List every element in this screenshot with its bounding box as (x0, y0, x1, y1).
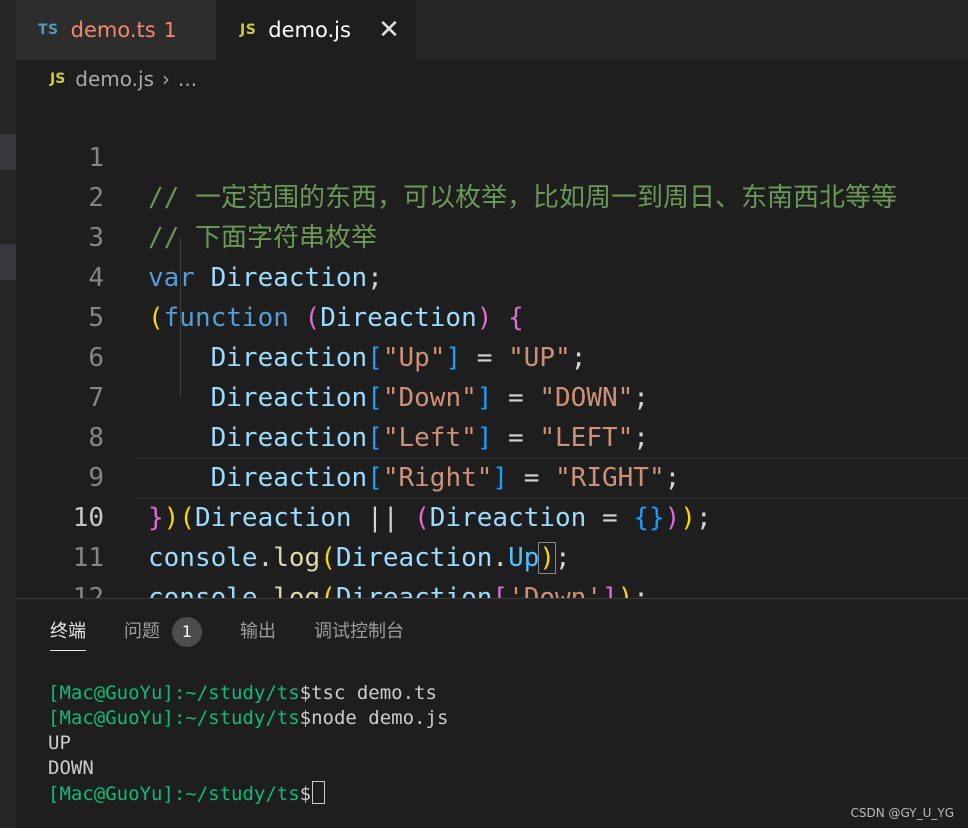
terminal-prompt: [Mac@GuoYu]:~/study/ts (48, 682, 300, 704)
breadcrumb: JS demo.js › ... (16, 60, 968, 98)
code-line: 5 Direaction["Up"] = "UP"; (16, 258, 968, 373)
punctuation: . (257, 583, 274, 598)
terminal-command: $node demo.js (299, 707, 449, 729)
code-editor[interactable]: 1 // 一定范围的东西，可以枚举，比如周一到周日、东南西北等等 2 // 下面… (16, 98, 968, 598)
tab-label: 输出 (240, 621, 276, 642)
code-line: 7 Direaction["Left"] = "LEFT"; (16, 338, 968, 453)
terminal-output[interactable]: [Mac@GuoYu]:~/study/ts$tsc demo.ts [Mac@G… (48, 681, 448, 807)
code-line: 3 var Direaction; (16, 178, 968, 293)
identifier: Direaction (335, 583, 493, 598)
activity-indicator[interactable] (0, 134, 16, 170)
bottom-panel: 终端 问题 1 输出 调试控制台 [Mac@GuoYu]:~/study/ts$t… (16, 598, 968, 828)
terminal-prompt: [Mac@GuoYu]:~/study/ts (48, 707, 300, 729)
tab-label: demo.js (268, 18, 351, 42)
tab-output[interactable]: 输出 (240, 617, 276, 651)
bracket: ] (601, 583, 618, 598)
code-line: 1 // 一定范围的东西，可以枚举，比如周一到周日、东南西北等等 (16, 98, 968, 213)
tab-demo-ts[interactable]: TS demo.ts 1 (16, 0, 216, 60)
breadcrumb-more[interactable]: ... (178, 67, 197, 91)
code-line: 4 (function (Direaction) { (16, 218, 968, 333)
terminal-line: [Mac@GuoYu]:~/study/ts$ (48, 781, 448, 807)
tab-terminal[interactable]: 终端 (50, 617, 86, 651)
terminal-line: DOWN (48, 756, 448, 781)
tab-label: demo.ts (70, 18, 156, 42)
watermark: CSDN @GY_U_YG (850, 806, 954, 820)
problem-count: 1 (163, 18, 177, 42)
code-line: 6 Direaction["Down"] = "DOWN"; (16, 298, 968, 413)
terminal-line: [Mac@GuoYu]:~/study/ts$tsc demo.ts (48, 681, 448, 706)
terminal-cursor (312, 781, 326, 804)
activity-bar (0, 0, 16, 828)
terminal-prompt: [Mac@GuoYu]:~/study/ts (48, 783, 300, 805)
panel-tabs: 终端 问题 1 输出 调试控制台 (50, 617, 442, 651)
code-line: 11 console.log(Direaction['Down']); (16, 498, 968, 598)
identifier: console (148, 583, 258, 598)
close-icon[interactable]: ✕ (374, 15, 404, 45)
code-line: 10 console.log(Direaction.Up); (16, 458, 968, 574)
activity-indicator[interactable] (0, 244, 16, 280)
editor-tab-bar: TS demo.ts 1 JS demo.js ✕ (16, 0, 968, 60)
string: 'Down' (508, 583, 602, 598)
code-line: 2 // 下面字符串枚举 (16, 138, 968, 253)
tab-label: 调试控制台 (314, 621, 404, 642)
tab-demo-js[interactable]: JS demo.js ✕ (216, 0, 416, 60)
chevron-right-icon: › (162, 67, 170, 91)
tab-label: 问题 (124, 621, 160, 642)
terminal-line: [Mac@GuoYu]:~/study/ts$node demo.js (48, 706, 448, 731)
code-line: 8 Direaction["Right"] = "RIGHT"; (16, 378, 968, 493)
terminal-output-text: DOWN (48, 757, 94, 779)
bracket: ( (320, 583, 336, 598)
tab-problems[interactable]: 问题 1 (124, 617, 202, 651)
javascript-file-icon: JS (50, 71, 66, 87)
javascript-file-icon: JS (240, 22, 257, 38)
terminal-command: $ (299, 783, 312, 805)
punctuation: ; (633, 583, 649, 598)
code-line: 9 })(Direaction || (Direaction = {})); (16, 418, 968, 533)
typescript-file-icon: TS (38, 22, 59, 38)
problems-count-badge: 1 (172, 617, 202, 647)
tab-debug-console[interactable]: 调试控制台 (314, 617, 404, 651)
tab-label: 终端 (50, 621, 86, 642)
function-name: log (273, 583, 321, 598)
terminal-line: UP (48, 731, 448, 756)
breadcrumb-file[interactable]: demo.js (75, 67, 154, 91)
line-number: 12 (72, 583, 104, 598)
code-line: 12 (16, 538, 968, 598)
terminal-output-text: UP (48, 732, 71, 754)
bracket: [ (492, 583, 509, 598)
terminal-command: $tsc demo.ts (299, 682, 437, 704)
bracket: ) (617, 583, 634, 598)
